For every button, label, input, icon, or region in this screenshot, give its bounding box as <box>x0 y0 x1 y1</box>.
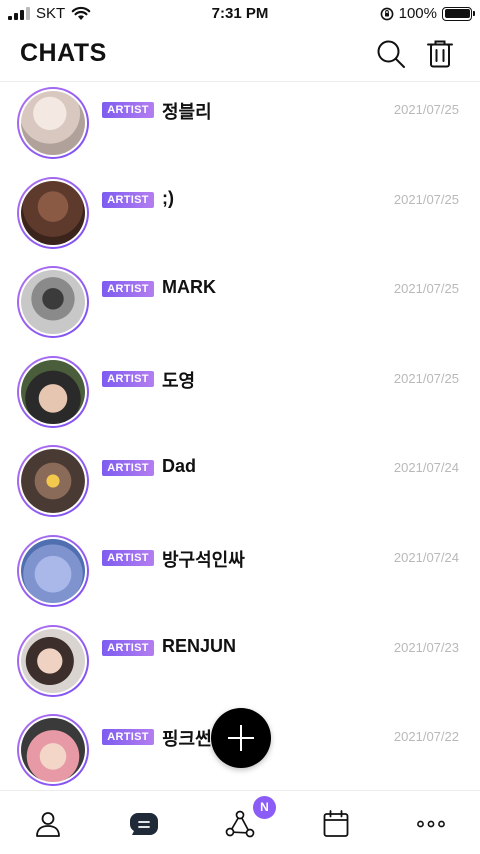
avatar[interactable] <box>17 176 89 249</box>
network-icon <box>225 810 255 838</box>
chat-date: 2021/07/25 <box>393 370 459 386</box>
battery-icon <box>442 6 475 21</box>
artist-badge: ARTIST <box>102 191 154 208</box>
chat-bubble-icon <box>130 813 158 835</box>
search-button[interactable] <box>375 38 407 70</box>
chat-name: Dad <box>162 456 197 477</box>
chat-date: 2021/07/24 <box>393 549 459 565</box>
tab-more[interactable] <box>416 809 446 839</box>
chat-date: 2021/07/25 <box>393 191 459 207</box>
artist-badge: ARTIST <box>102 549 154 566</box>
new-chat-button[interactable] <box>211 708 271 768</box>
artist-badge: ARTIST <box>102 460 154 477</box>
chat-date: 2021/07/23 <box>393 639 459 655</box>
calendar-icon <box>323 810 349 837</box>
chat-date: 2021/07/24 <box>393 460 459 476</box>
chat-list: ARTIST 정블리 2021/07/25 ARTIST ;) 2021/07/… <box>0 83 480 790</box>
status-right: 100% <box>380 5 475 22</box>
avatar[interactable] <box>17 355 89 428</box>
search-icon <box>377 40 405 68</box>
chat-row[interactable]: ARTIST ;) 2021/07/25 <box>0 173 480 263</box>
artist-badge: ARTIST <box>102 370 154 387</box>
avatar[interactable] <box>17 266 89 339</box>
tab-chats[interactable] <box>129 809 159 839</box>
tab-network[interactable] <box>225 809 255 839</box>
chat-name: ;) <box>162 187 174 208</box>
avatar[interactable] <box>17 445 89 518</box>
chat-row[interactable]: ARTIST Dad 2021/07/24 <box>0 441 480 531</box>
delete-button[interactable] <box>424 38 456 70</box>
person-icon <box>36 812 60 837</box>
trash-icon <box>427 40 453 68</box>
chat-date: 2021/07/22 <box>393 729 459 745</box>
avatar[interactable] <box>17 714 89 787</box>
chat-name: 방구석인싸 <box>162 549 245 570</box>
chat-row[interactable]: ARTIST 방구석인싸 2021/07/24 <box>0 531 480 621</box>
avatar[interactable] <box>17 534 89 607</box>
chat-row[interactable]: ARTIST 도영 2021/07/25 <box>0 352 480 442</box>
chat-date: 2021/07/25 <box>393 281 459 297</box>
artist-badge: ARTIST <box>102 729 154 746</box>
battery-percent: 100% <box>398 5 437 22</box>
avatar[interactable] <box>17 87 89 159</box>
chat-name: RENJUN <box>162 635 237 656</box>
tab-people[interactable] <box>33 809 63 839</box>
chat-row[interactable]: ARTIST RENJUN 2021/07/23 <box>0 621 480 711</box>
plus-icon <box>228 725 254 751</box>
page-title: CHATS <box>20 39 107 67</box>
tab-bar: N <box>0 790 480 854</box>
chat-name: 핑크썬 <box>162 729 212 750</box>
chat-date: 2021/07/25 <box>393 102 459 117</box>
more-icon <box>417 820 445 828</box>
chat-row[interactable]: ARTIST 정블리 2021/07/25 <box>0 83 480 173</box>
artist-badge: ARTIST <box>102 639 154 656</box>
notification-badge: N <box>253 796 276 819</box>
header: CHATS <box>0 28 480 82</box>
artist-badge: ARTIST <box>102 281 154 298</box>
orientation-lock-icon <box>380 7 394 20</box>
chat-name: MARK <box>162 277 216 298</box>
chat-name: 정블리 <box>162 102 212 122</box>
avatar[interactable] <box>17 624 89 697</box>
artist-badge: ARTIST <box>102 102 154 118</box>
chat-row[interactable]: ARTIST MARK 2021/07/25 <box>0 262 480 352</box>
chat-name: 도영 <box>162 370 196 391</box>
tab-calendar[interactable] <box>321 809 351 839</box>
status-bar: SKT 7:31 PM 100% <box>0 0 480 28</box>
